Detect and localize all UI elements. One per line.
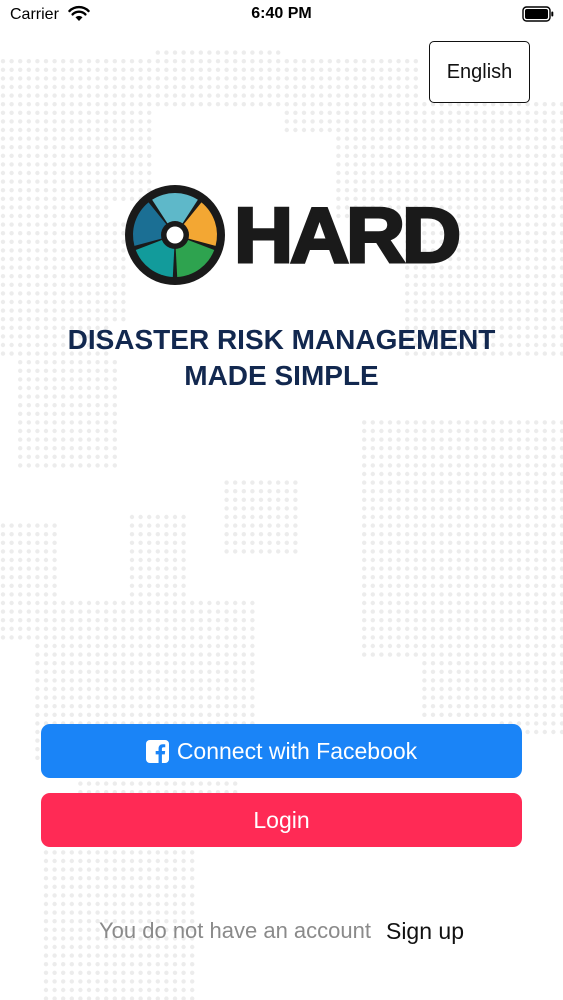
facebook-button-label: Connect with Facebook xyxy=(176,737,418,764)
status-time: 6:40 PM xyxy=(251,5,312,22)
logo-wheel-icon xyxy=(125,185,225,285)
facebook-icon xyxy=(145,739,169,763)
status-bar: Carrier 6:40 PM xyxy=(0,0,563,30)
tagline-line-2: MADE SIMPLE xyxy=(184,360,379,391)
connect-facebook-button[interactable]: Connect with Facebook xyxy=(41,724,522,778)
signup-row: You do not have an account Sign up xyxy=(0,913,563,949)
tagline-line-1: DISASTER RISK MANAGEMENT xyxy=(67,324,496,355)
logo-wordmark: HARD xyxy=(232,191,462,280)
signup-link[interactable]: Sign up xyxy=(386,918,464,945)
language-button[interactable]: English xyxy=(429,41,530,103)
app-logo: HARD xyxy=(124,184,463,286)
battery-icon xyxy=(522,6,554,22)
tagline: DISASTER RISK MANAGEMENT MADE SIMPLE xyxy=(0,322,563,394)
login-button[interactable]: Login xyxy=(41,793,522,847)
signup-prompt: You do not have an account xyxy=(99,918,371,943)
